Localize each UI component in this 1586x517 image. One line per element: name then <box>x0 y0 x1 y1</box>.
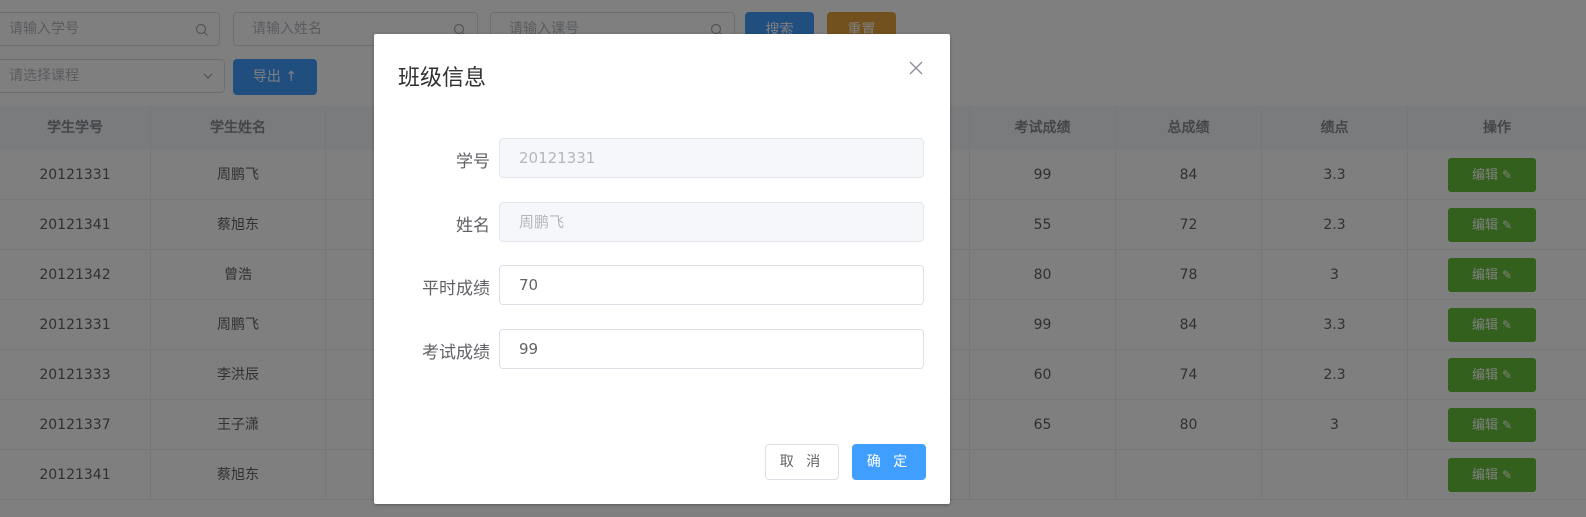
dialog-title: 班级信息 <box>398 66 487 91</box>
cancel-button[interactable]: 取 消 <box>765 444 839 480</box>
name-field: 周鹏飞 <box>499 202 924 242</box>
name-label: 姓名 <box>456 216 490 236</box>
class-info-dialog: 班级信息 学号 20121331 姓名 周鹏飞 平时成绩 70 考试成绩 99 … <box>374 34 950 504</box>
usual-score-label: 平时成绩 <box>422 279 490 299</box>
close-icon[interactable] <box>906 58 926 78</box>
usual-score-field[interactable]: 70 <box>499 265 924 305</box>
exam-score-field[interactable]: 99 <box>499 329 924 369</box>
student-id-field: 20121331 <box>499 138 924 178</box>
student-id-label: 学号 <box>456 152 490 172</box>
confirm-button[interactable]: 确 定 <box>852 444 926 480</box>
exam-score-label: 考试成绩 <box>422 343 490 363</box>
